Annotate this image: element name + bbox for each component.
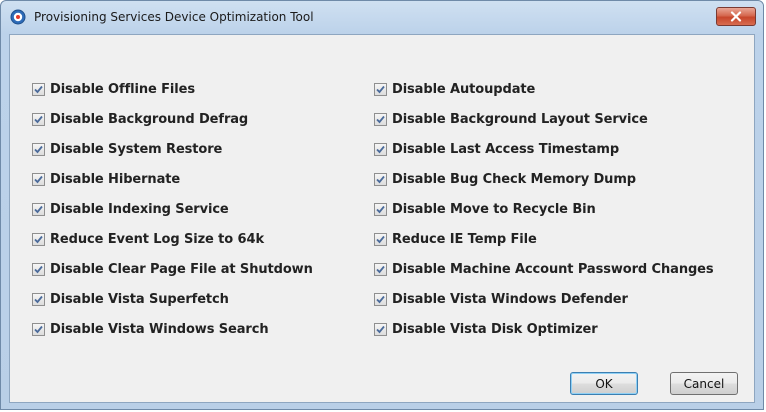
dialog-window: Provisioning Services Device Optimizatio…: [0, 0, 764, 410]
checkbox[interactable]: [374, 292, 387, 306]
checkbox[interactable]: [32, 322, 45, 336]
checkbox[interactable]: [374, 112, 387, 126]
option-disable-autoupdate[interactable]: Disable Autoupdate: [374, 80, 535, 98]
option-label: Disable Background Defrag: [50, 111, 249, 127]
checkbox[interactable]: [32, 292, 45, 306]
option-label: Disable Hibernate: [50, 171, 181, 187]
option-disable-background-defrag[interactable]: Disable Background Defrag: [32, 110, 248, 128]
checkbox[interactable]: [374, 262, 387, 276]
option-disable-vista-windows-search[interactable]: Disable Vista Windows Search: [32, 320, 269, 338]
checkmark-icon: [376, 235, 385, 243]
checkbox[interactable]: [32, 202, 45, 216]
option-label: Disable Bug Check Memory Dump: [392, 171, 636, 187]
checkbox[interactable]: [374, 172, 387, 186]
checkmark-icon: [376, 325, 385, 333]
checkmark-icon: [34, 85, 43, 93]
option-disable-bug-check-memory-dump[interactable]: Disable Bug Check Memory Dump: [374, 170, 636, 188]
option-disable-system-restore[interactable]: Disable System Restore: [32, 140, 222, 158]
option-label: Reduce IE Temp File: [392, 231, 537, 247]
checkbox[interactable]: [32, 142, 45, 156]
option-disable-offline-files[interactable]: Disable Offline Files: [32, 80, 195, 98]
option-disable-vista-superfetch[interactable]: Disable Vista Superfetch: [32, 290, 229, 308]
checkmark-icon: [376, 175, 385, 183]
checkbox[interactable]: [374, 82, 387, 96]
option-label: Disable Machine Account Password Changes: [392, 261, 714, 277]
checkmark-icon: [34, 295, 43, 303]
checkbox[interactable]: [374, 232, 387, 246]
option-disable-machine-account-password-changes[interactable]: Disable Machine Account Password Changes: [374, 260, 714, 278]
checkmark-icon: [34, 235, 43, 243]
checkbox[interactable]: [374, 202, 387, 216]
option-disable-clear-page-file-at-shutdown[interactable]: Disable Clear Page File at Shutdown: [32, 260, 313, 278]
option-label: Disable Vista Windows Search: [50, 321, 269, 337]
option-disable-move-to-recycle-bin[interactable]: Disable Move to Recycle Bin: [374, 200, 596, 218]
checkmark-icon: [376, 115, 385, 123]
checkmark-icon: [376, 205, 385, 213]
option-label: Disable Vista Disk Optimizer: [392, 321, 598, 337]
checkmark-icon: [34, 115, 43, 123]
option-label: Disable Clear Page File at Shutdown: [50, 261, 313, 277]
option-label: Disable Last Access Timestamp: [392, 141, 620, 157]
checkbox[interactable]: [374, 142, 387, 156]
option-label: Disable Vista Superfetch: [50, 291, 229, 307]
option-label: Disable Vista Windows Defender: [392, 291, 628, 307]
option-reduce-event-log-size-to-64k[interactable]: Reduce Event Log Size to 64k: [32, 230, 264, 248]
checkmark-icon: [376, 295, 385, 303]
option-label: Disable Background Layout Service: [392, 111, 648, 127]
app-icon: [10, 9, 26, 25]
option-label: Disable Move to Recycle Bin: [392, 201, 596, 217]
option-disable-background-layout-service[interactable]: Disable Background Layout Service: [374, 110, 648, 128]
option-label: Disable System Restore: [50, 141, 223, 157]
option-disable-vista-disk-optimizer[interactable]: Disable Vista Disk Optimizer: [374, 320, 598, 338]
dialog-client-area: Disable Offline Files Disable Background …: [9, 34, 755, 403]
checkmark-icon: [34, 145, 43, 153]
option-disable-indexing-service[interactable]: Disable Indexing Service: [32, 200, 229, 218]
checkbox[interactable]: [32, 112, 45, 126]
option-label: Reduce Event Log Size to 64k: [50, 231, 264, 247]
option-label: Disable Offline Files: [50, 81, 195, 97]
option-disable-last-access-timestamp[interactable]: Disable Last Access Timestamp: [374, 140, 619, 158]
window-title: Provisioning Services Device Optimizatio…: [34, 10, 314, 24]
checkmark-icon: [34, 265, 43, 273]
checkbox[interactable]: [32, 172, 45, 186]
option-label: Disable Autoupdate: [392, 81, 536, 97]
checkmark-icon: [376, 265, 385, 273]
checkbox[interactable]: [32, 232, 45, 246]
checkmark-icon: [376, 145, 385, 153]
checkmark-icon: [34, 175, 43, 183]
option-reduce-ie-temp-file[interactable]: Reduce IE Temp File: [374, 230, 537, 248]
checkbox[interactable]: [32, 82, 45, 96]
cancel-button[interactable]: Cancel: [670, 372, 738, 395]
title-bar[interactable]: Provisioning Services Device Optimizatio…: [1, 1, 763, 34]
option-disable-hibernate[interactable]: Disable Hibernate: [32, 170, 180, 188]
close-button[interactable]: [716, 7, 756, 26]
checkbox[interactable]: [374, 322, 387, 336]
option-disable-vista-windows-defender[interactable]: Disable Vista Windows Defender: [374, 290, 628, 308]
checkmark-icon: [34, 205, 43, 213]
checkmark-icon: [34, 325, 43, 333]
option-label: Disable Indexing Service: [50, 201, 229, 217]
ok-button[interactable]: OK: [570, 372, 638, 395]
checkbox[interactable]: [32, 262, 45, 276]
close-icon: [730, 7, 742, 26]
checkmark-icon: [376, 85, 385, 93]
